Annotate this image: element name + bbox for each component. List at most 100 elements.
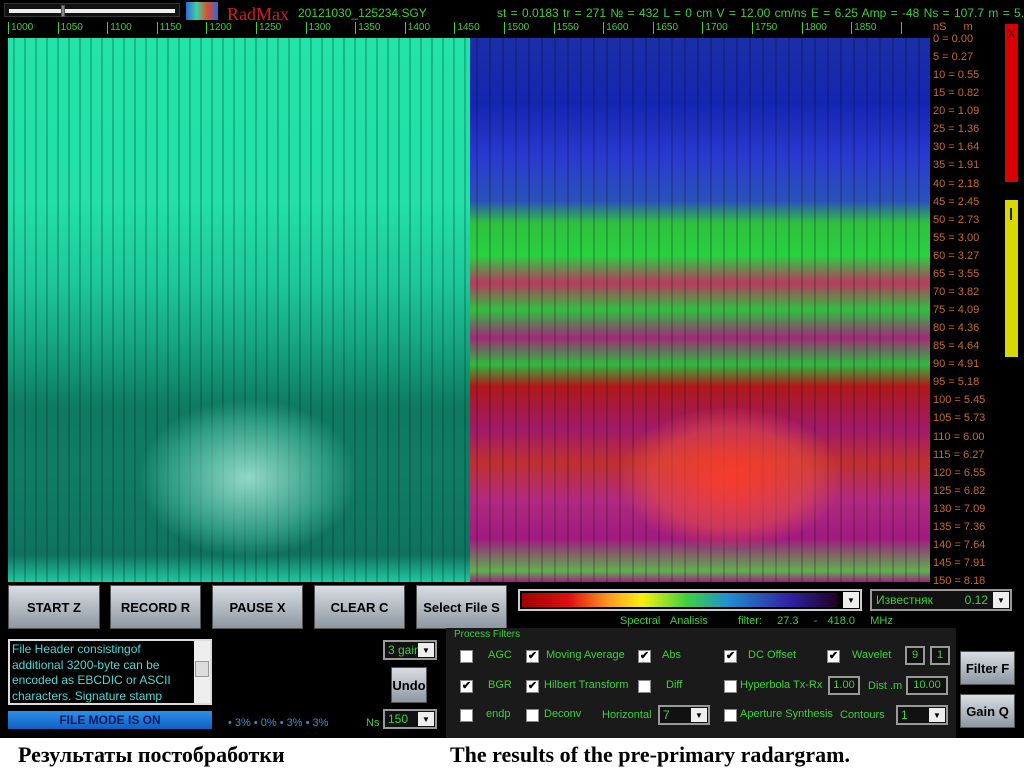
depth-label: 140 = 7.64 bbox=[933, 538, 986, 551]
depth-label: 45 = 2.45 bbox=[933, 195, 980, 208]
dist-input[interactable]: 10.00 bbox=[906, 676, 948, 695]
chevron-down-icon[interactable]: ▼ bbox=[418, 712, 434, 726]
select-file-button[interactable]: Select File S bbox=[416, 585, 507, 629]
filter-label: AGC bbox=[488, 649, 512, 661]
checkbox-agc[interactable] bbox=[460, 650, 473, 663]
gain-select[interactable]: 3 gain ▼ bbox=[383, 640, 437, 660]
filter-label: Diff bbox=[666, 679, 683, 691]
depth-label: 15 = 0.82 bbox=[933, 87, 980, 100]
trace-slider[interactable] bbox=[4, 3, 180, 17]
chevron-down-icon[interactable]: ▼ bbox=[929, 708, 945, 722]
depth-label: 110 = 6.00 bbox=[933, 430, 985, 443]
filter-label: DC Offset bbox=[748, 649, 797, 661]
checkbox-bgr[interactable]: ✔ bbox=[460, 680, 473, 693]
filter-label: Hyperbola Tx-Rx bbox=[740, 679, 823, 691]
horizontal-value: 7 bbox=[663, 708, 670, 722]
checkbox-endp[interactable] bbox=[460, 709, 473, 722]
contours-select[interactable]: 1 ▼ bbox=[896, 705, 948, 725]
depth-label: 10 = 0.55 bbox=[933, 69, 980, 82]
filter-label: Abs bbox=[662, 649, 681, 661]
horizontal-label: Horizontal bbox=[602, 709, 652, 721]
filter-button[interactable]: Filter F bbox=[960, 651, 1015, 685]
checkbox-aperture-synthesis[interactable] bbox=[724, 709, 737, 722]
checkbox-abs[interactable]: ✔ bbox=[638, 650, 651, 663]
filter-label: filter: bbox=[738, 615, 762, 627]
checkbox-diff[interactable] bbox=[638, 680, 651, 693]
file-header-textarea[interactable]: File Header consistingof additional 3200… bbox=[8, 639, 212, 705]
checkbox-deconv[interactable] bbox=[526, 709, 539, 722]
clear-button[interactable]: CLEAR C bbox=[314, 585, 405, 629]
depth-label: 150 = 8.18 bbox=[933, 575, 986, 588]
trace-tick: 1550 bbox=[553, 22, 579, 34]
trace-tick: 1850 bbox=[851, 22, 876, 34]
marker-bar[interactable] bbox=[1005, 200, 1018, 357]
depth-label: 90 = 4.91 bbox=[933, 358, 980, 371]
depth-label: 85 = 4.64 bbox=[933, 340, 980, 353]
filter-label: Moving Average bbox=[546, 649, 625, 661]
spectral-label: Spectral Analisis bbox=[620, 615, 708, 627]
checkbox-moving-average[interactable]: ✔ bbox=[526, 650, 539, 663]
checkbox-hyperbola-tx-rx[interactable] bbox=[724, 680, 737, 693]
depth-label: 80 = 4.36 bbox=[933, 322, 980, 335]
checkbox-hilbert-transform[interactable]: ✔ bbox=[526, 680, 539, 693]
trace-tick: 1400 bbox=[404, 22, 430, 34]
raw-radargram[interactable] bbox=[470, 38, 930, 582]
material-name: Известняк bbox=[876, 593, 933, 607]
horizontal-select[interactable]: 7 ▼ bbox=[658, 705, 710, 725]
filter-from: 27.3 bbox=[777, 615, 799, 627]
trace-tick: 1350 bbox=[355, 22, 380, 34]
trace-tick: 1500 bbox=[504, 22, 529, 34]
depth-label: 60 = 3.27 bbox=[933, 249, 980, 262]
trace-tick: 1450 bbox=[454, 22, 480, 34]
depth-label: 65 = 3.55 bbox=[933, 267, 980, 280]
filter-to: 418.0 bbox=[827, 615, 856, 627]
start-button[interactable]: START Z bbox=[8, 585, 100, 629]
filter-label: Aperture Synthesis bbox=[740, 708, 833, 720]
gain-button[interactable]: Gain Q bbox=[960, 694, 1015, 728]
depth-label: 25 = 1.36 bbox=[933, 123, 980, 136]
slider-track bbox=[9, 9, 175, 13]
caption-left: Результаты постобработки bbox=[18, 742, 285, 768]
chevron-down-icon[interactable]: ▼ bbox=[993, 592, 1009, 608]
depth-label: 120 = 6.55 bbox=[933, 466, 986, 479]
gain-value: 3 gain bbox=[388, 643, 421, 657]
chevron-down-icon[interactable]: ▼ bbox=[843, 592, 859, 608]
close-bar[interactable]: X bbox=[1005, 24, 1018, 182]
depth-label: 135 = 7.36 bbox=[933, 520, 986, 533]
depth-label: 70 = 3.82 bbox=[933, 285, 980, 298]
depth-label: 130 = 7.09 bbox=[933, 502, 986, 515]
trace-tick: 1600 bbox=[603, 22, 628, 34]
slider-thumb[interactable] bbox=[61, 5, 65, 17]
undo-button[interactable]: Undo bbox=[391, 667, 427, 703]
scrollbar[interactable] bbox=[194, 641, 210, 703]
pause-button[interactable]: PAUSE X bbox=[212, 585, 303, 629]
filter-label: BGR bbox=[488, 679, 512, 691]
depth-label: 105 = 5.73 bbox=[933, 412, 986, 425]
chevron-down-icon[interactable]: ▼ bbox=[418, 643, 434, 657]
file-name: 20121030_125234.SGY bbox=[298, 6, 427, 20]
trace-tick: 1100 bbox=[107, 22, 132, 34]
hyperbola-input[interactable]: 1.00 bbox=[828, 676, 860, 695]
processed-radargram[interactable] bbox=[8, 38, 470, 582]
close-icon[interactable]: X bbox=[1007, 26, 1016, 41]
depth-label: 55 = 3.00 bbox=[933, 231, 980, 244]
scan-parameters: st = 0.0183 tr = 271 № = 432 L = 0 cm V … bbox=[497, 6, 1024, 20]
ns-value: 150 bbox=[388, 712, 409, 726]
checkbox-wavelet[interactable]: ✔ bbox=[827, 650, 840, 663]
trace-tick: 1700 bbox=[702, 22, 728, 34]
depth-label: 0 = 0.00 bbox=[933, 33, 974, 45]
dist-label: Dist .m bbox=[868, 680, 903, 692]
trace-tick: 1650 bbox=[652, 22, 678, 34]
filter-label: Deconv bbox=[544, 708, 582, 720]
ns-select[interactable]: 150 ▼ bbox=[383, 709, 437, 729]
wavelet-a-input[interactable]: 9 bbox=[905, 646, 925, 665]
filter-label: Hilbert Transform bbox=[544, 679, 629, 691]
record-button[interactable]: RECORD R bbox=[110, 585, 201, 629]
wavelet-b-input[interactable]: 1 bbox=[930, 646, 950, 665]
scrollbar-thumb[interactable] bbox=[195, 661, 209, 677]
material-select[interactable]: Известняк 0.12 ▼ bbox=[870, 589, 1012, 611]
chevron-down-icon[interactable]: ▼ bbox=[691, 708, 707, 722]
trace-tick: 1000 bbox=[8, 22, 33, 34]
palette-select[interactable]: ▼ bbox=[518, 589, 862, 611]
checkbox-dc-offset[interactable]: ✔ bbox=[724, 650, 737, 663]
